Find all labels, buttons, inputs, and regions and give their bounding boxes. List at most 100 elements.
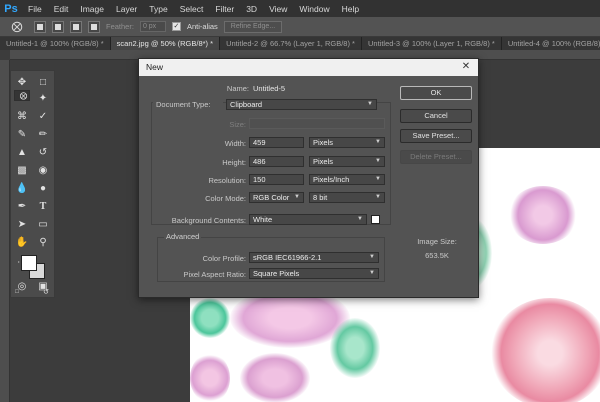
menu-edit[interactable]: Edit	[48, 4, 75, 14]
tab-untitled-3[interactable]: Untitled-3 @ 100% (Layer 1, RGB/8) *	[361, 37, 502, 50]
add-to-selection-icon[interactable]	[52, 20, 64, 33]
bit-depth-value: 8 bit	[313, 193, 328, 202]
bit-depth-select[interactable]: 8 bit ▼	[309, 192, 385, 203]
eyedropper-tool-icon[interactable]: ✓	[35, 108, 51, 124]
paint-bucket-tool-icon[interactable]: ◉	[35, 162, 51, 178]
hand-tool-icon[interactable]: ✋	[14, 234, 30, 250]
menu-filter[interactable]: Filter	[209, 4, 240, 14]
options-bar: ⨂ Feather: 0 px ✓ Anti-alias Refine Edge…	[0, 17, 600, 37]
feather-input[interactable]: 0 px	[139, 21, 166, 32]
new-document-dialog: New ✕ Name: Untitled-5 Document Type: Cl…	[138, 58, 479, 298]
advanced-label: Advanced	[164, 232, 202, 241]
move-tool-icon[interactable]: ✥	[14, 74, 30, 90]
crop-tool-icon[interactable]: ⌘	[14, 108, 30, 124]
rectangle-tool-icon[interactable]: ▭	[35, 216, 51, 232]
color-profile-label: Color Profile:	[202, 254, 246, 263]
color-mode-label: Color Mode:	[205, 194, 246, 203]
menu-select[interactable]: Select	[174, 4, 210, 14]
pen-tool-icon[interactable]: ✒	[14, 198, 30, 214]
chevron-down-icon: ▼	[357, 216, 363, 222]
photoshop-logo: Ps	[4, 2, 18, 15]
pixel-aspect-ratio-select[interactable]: Square Pixels ▼	[249, 268, 379, 279]
resolution-input[interactable]: 150	[249, 174, 304, 185]
chevron-down-icon: ▼	[375, 194, 381, 200]
menu-layer[interactable]: Layer	[110, 4, 143, 14]
close-icon[interactable]: ✕	[460, 61, 472, 73]
subtract-from-selection-icon[interactable]	[70, 20, 82, 33]
resolution-unit-select[interactable]: Pixels/Inch ▼	[309, 174, 385, 185]
menu-image[interactable]: Image	[74, 4, 110, 14]
flower-decoration	[240, 353, 310, 402]
flower-decoration	[508, 186, 578, 244]
history-brush-tool-icon[interactable]: ↺	[35, 144, 51, 160]
magic-wand-tool-icon[interactable]: ✦	[35, 90, 51, 106]
path-selection-tool-icon[interactable]: ➤	[14, 216, 30, 232]
chevron-down-icon: ▼	[367, 101, 373, 107]
ok-button[interactable]: OK	[400, 86, 472, 100]
eraser-tool-icon[interactable]: ▩	[14, 162, 30, 178]
document-type-select[interactable]: Clipboard ▼	[226, 99, 377, 110]
anti-alias-checkbox[interactable]: ✓	[171, 22, 181, 31]
size-select	[249, 118, 385, 129]
save-preset-button[interactable]: Save Preset...	[400, 129, 472, 143]
pixel-aspect-ratio-label: Pixel Aspect Ratio:	[183, 270, 246, 279]
cancel-button[interactable]: Cancel	[400, 109, 472, 123]
background-color-swatch[interactable]	[371, 215, 380, 224]
flower-decoration	[330, 318, 380, 378]
height-input[interactable]: 486	[249, 156, 304, 167]
tab-untitled-1[interactable]: Untitled-1 @ 100% (RGB/8) *	[0, 37, 111, 50]
intersect-selection-icon[interactable]	[88, 20, 100, 33]
color-profile-value: sRGB IEC61966-2.1	[253, 253, 322, 262]
marquee-tool-icon[interactable]: □	[35, 74, 51, 90]
document-tab-bar: Untitled-1 @ 100% (RGB/8) * scan2.jpg @ …	[0, 37, 600, 50]
menu-type[interactable]: Type	[143, 4, 173, 14]
dialog-title: New	[139, 59, 478, 76]
menu-3d[interactable]: 3D	[240, 4, 263, 14]
zoom-tool-icon[interactable]: ⚲	[35, 234, 51, 250]
width-input[interactable]: 459	[249, 137, 304, 148]
menu-bar: Ps File Edit Image Layer Type Select Fil…	[0, 0, 600, 17]
chevron-down-icon: ▼	[294, 194, 300, 200]
quick-mask-icon[interactable]: ◎	[14, 278, 30, 294]
color-mode-value: RGB Color	[253, 193, 290, 202]
brush-tool-icon[interactable]: ✏	[35, 126, 51, 142]
color-profile-select[interactable]: sRGB IEC61966-2.1 ▼	[249, 252, 379, 263]
resolution-label: Resolution:	[208, 176, 246, 185]
tools-panel: ✥ □ ⨂ ✦ ⌘ ✓ ✎ ✏ ▲ ↺ ▩ ◉ 💧 ● ✒ T ➤ ▭ ✋ ⚲ …	[10, 70, 55, 298]
size-label: Size:	[229, 120, 246, 129]
menu-view[interactable]: View	[263, 4, 293, 14]
color-mode-select[interactable]: RGB Color ▼	[249, 192, 304, 203]
type-tool-icon[interactable]: T	[35, 198, 51, 214]
clone-stamp-tool-icon[interactable]: ▲	[14, 144, 30, 160]
lasso-tool-icon[interactable]: ⨂	[14, 90, 30, 101]
menu-window[interactable]: Window	[293, 4, 335, 14]
blur-tool-icon[interactable]: 💧	[14, 180, 30, 196]
dodge-tool-icon[interactable]: ●	[35, 180, 51, 196]
width-unit-value: Pixels	[313, 138, 334, 147]
background-contents-value: White	[253, 215, 273, 224]
height-unit-select[interactable]: Pixels ▼	[309, 156, 385, 167]
name-label: Name:	[226, 84, 249, 93]
tab-untitled-2[interactable]: Untitled-2 @ 66.7% (Layer 1, RGB/8) *	[220, 37, 362, 50]
menu-help[interactable]: Help	[336, 4, 365, 14]
healing-brush-tool-icon[interactable]: ✎	[14, 126, 30, 142]
delete-preset-button: Delete Preset...	[400, 150, 472, 164]
chevron-down-icon: ▼	[369, 254, 375, 260]
menu-file[interactable]: File	[22, 4, 48, 14]
height-label: Height:	[222, 158, 246, 167]
flower-decoration	[190, 353, 230, 402]
foreground-color-swatch[interactable]	[21, 255, 37, 271]
name-field[interactable]: Untitled-5	[253, 84, 393, 93]
refine-edge-button[interactable]: Refine Edge...	[223, 20, 283, 33]
background-contents-select[interactable]: White ▼	[249, 214, 367, 225]
image-size-value: 653.5K	[425, 251, 449, 260]
document-type-label: Document Type:	[153, 100, 223, 109]
screen-mode-icon[interactable]: ▣	[35, 278, 51, 294]
tab-untitled-4[interactable]: Untitled-4 @ 100% (RGB/8)	[501, 37, 600, 50]
flower-decoration	[190, 298, 230, 338]
tab-scan2[interactable]: scan2.jpg @ 50% (RGB/8*) *	[110, 37, 221, 50]
resolution-unit-value: Pixels/Inch	[313, 175, 350, 184]
lasso-tool-preset-icon[interactable]: ⨂	[6, 20, 28, 34]
new-selection-icon[interactable]	[34, 20, 46, 33]
width-unit-select[interactable]: Pixels ▼	[309, 137, 385, 148]
